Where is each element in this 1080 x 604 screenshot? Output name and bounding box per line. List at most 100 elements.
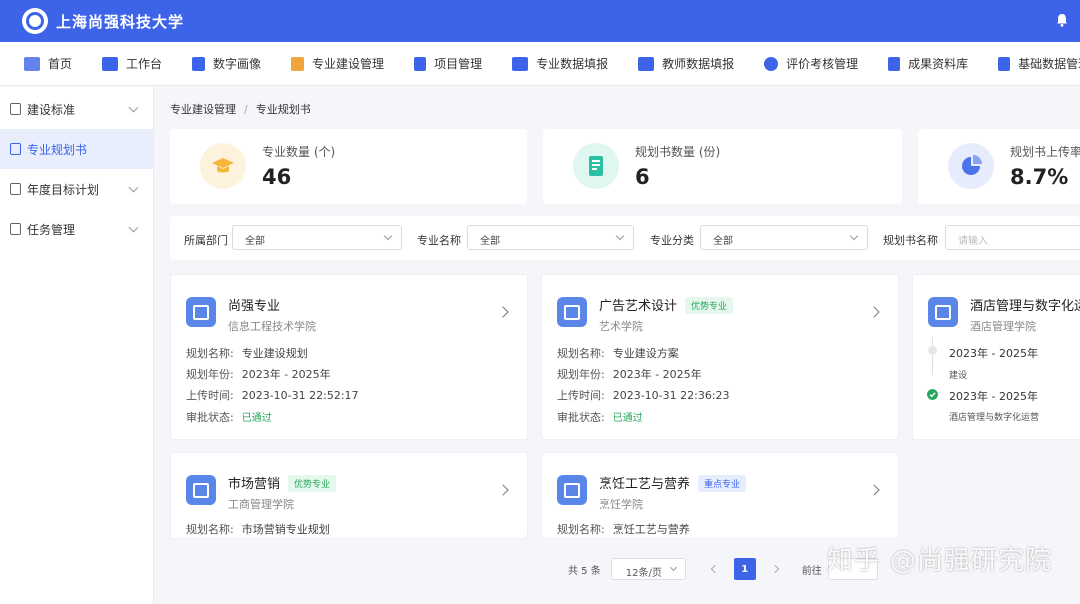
major-tag-badge: 优势专业: [685, 297, 734, 314]
card-major-name: 市场营销 优势专业: [228, 473, 337, 492]
stat-icon-circle: [948, 143, 994, 189]
bell-icon[interactable]: [1056, 13, 1068, 27]
stat-value: 8.7%: [1010, 165, 1069, 189]
stat-icon-circle: [200, 143, 246, 189]
stat-value: 6: [635, 165, 650, 189]
nav-basic-data[interactable]: 基础数据管理: [998, 55, 1080, 72]
nav-major-data-entry[interactable]: 专业数据填报: [512, 55, 608, 72]
category-filter-select[interactable]: 全部: [700, 225, 868, 250]
timeline-year: 2023年 - 2025年: [949, 347, 1038, 360]
chevron-down-icon: [128, 222, 139, 233]
timeline-dot: [928, 346, 937, 355]
breadcrumb-separator: /: [244, 103, 248, 116]
plan-name-filter-label: 规划书名称: [883, 234, 938, 247]
plan-name-input[interactable]: 请输入: [945, 225, 1080, 250]
plan-name-row: 规划名称: 市场营销专业规划: [186, 523, 330, 536]
sidebar-item-standards[interactable]: 建设标准: [0, 89, 153, 129]
book-icon: [186, 475, 216, 505]
university-logo: [22, 8, 48, 34]
plan-card[interactable]: 尚强专业 信息工程技术学院 规划名称: 专业建设规划 规划年份: 2023年 - 2…: [170, 274, 528, 440]
nav-evaluation[interactable]: 评价考核管理: [764, 55, 858, 72]
sidebar-item-tasks[interactable]: 任务管理: [0, 209, 153, 249]
notebook-icon: [589, 156, 603, 176]
major-tag-badge: 重点专业: [698, 475, 747, 492]
prev-page-button[interactable]: [702, 558, 726, 580]
chart-line-icon: [24, 56, 40, 71]
chevron-down-icon: [128, 182, 139, 193]
timeline-year: 2023年 - 2025年: [949, 390, 1038, 403]
status-badge: 已通过: [241, 413, 272, 424]
next-page-button[interactable]: [764, 558, 788, 580]
check-circle-icon: [927, 389, 938, 400]
nav-teacher-data-entry[interactable]: 教师数据填报: [638, 55, 734, 72]
major-filter-select[interactable]: 全部: [467, 225, 634, 250]
chevron-down-icon: [669, 563, 677, 572]
stat-label: 专业数量 (个): [262, 145, 336, 159]
stat-label: 规划书数量 (份): [635, 145, 721, 159]
plan-year-row: 规划年份: 2023年 - 2025年: [186, 368, 331, 381]
document-icon: [10, 143, 21, 155]
card-major-name: 广告艺术设计 优势专业: [599, 295, 734, 314]
sidebar-item-plan-book[interactable]: 专业规划书: [0, 129, 153, 169]
stat-card-plan-count: 规划书数量 (份) 6: [543, 129, 902, 204]
chevron-right-icon[interactable]: [497, 306, 509, 318]
chevron-down-icon: [615, 231, 625, 241]
nav-major-construction[interactable]: 专业建设管理: [291, 55, 384, 72]
dept-filter-select[interactable]: 全部: [232, 225, 402, 250]
nav-workbench[interactable]: 工作台: [102, 55, 162, 72]
sidebar-item-annual-goals[interactable]: 年度目标计划: [0, 169, 153, 209]
shield-icon: [291, 56, 305, 71]
nav-home[interactable]: 首页: [24, 55, 72, 72]
document-icon: [10, 103, 21, 115]
card-department: 艺术学院: [599, 320, 643, 333]
chevron-right-icon[interactable]: [868, 306, 880, 318]
plan-card[interactable]: 市场营销 优势专业 工商管理学院 规划名称: 市场营销专业规划: [170, 452, 528, 539]
book-icon: [557, 297, 587, 327]
chevron-right-icon[interactable]: [497, 484, 509, 496]
card-department: 烹饪学院: [599, 498, 643, 511]
total-count: 共 5 条: [568, 565, 601, 577]
major-filter-label: 专业名称: [417, 234, 461, 247]
timeline-note: 建设: [949, 371, 968, 381]
card-department: 工商管理学院: [228, 498, 294, 511]
nav-results-library[interactable]: 成果资料库: [888, 55, 968, 72]
stat-card-major-count: 专业数量 (个) 46: [170, 129, 527, 204]
stat-card-upload-rate: 规划书上传率 8.7%: [918, 129, 1080, 204]
top-bar: 上海尚强科技大学: [0, 0, 1080, 42]
breadcrumb-current: 专业规划书: [255, 103, 311, 116]
plan-card[interactable]: 酒店管理与数字化运营 酒店管理学院 2023年 - 2025年 建设 2023年…: [912, 274, 1080, 440]
goto-label: 前往: [801, 565, 822, 577]
stat-value: 46: [262, 165, 292, 189]
teacher-card-icon: [638, 56, 655, 71]
id-card-icon: [192, 56, 206, 71]
main-nav: 首页 工作台 数字画像 专业建设管理 项目管理 专业数据填报 教师数据填报 评价…: [0, 42, 1080, 86]
timeline-note: 酒店管理与数字化运营: [949, 413, 1040, 423]
nav-digital-portrait[interactable]: 数字画像: [192, 55, 261, 72]
chevron-down-icon: [849, 231, 859, 241]
major-tag-badge: 优势专业: [288, 475, 337, 492]
breadcrumb-parent[interactable]: 专业建设管理: [170, 103, 236, 116]
plan-card[interactable]: 广告艺术设计 优势专业 艺术学院 规划名称: 专业建设方案 规划年份: 2023年 -…: [541, 274, 899, 440]
dept-filter-label: 所属部门: [184, 234, 228, 247]
page-size-select[interactable]: 12条/页: [610, 558, 686, 580]
chevron-down-icon: [383, 231, 393, 241]
flask-icon: [414, 56, 427, 71]
category-filter-label: 专业分类: [650, 234, 694, 247]
chevron-down-icon: [128, 102, 139, 113]
plan-card[interactable]: 烹饪工艺与营养 重点专业 烹饪学院 规划名称: 烹饪工艺与营养: [541, 452, 899, 539]
nav-project-management[interactable]: 项目管理: [414, 55, 482, 72]
graduation-cap-icon: [212, 158, 234, 173]
evaluation-icon: [764, 56, 779, 71]
card-major-name: 烹饪工艺与营养 重点专业: [599, 473, 747, 492]
filter-bar: 所属部门 全部 专业名称 全部 专业分类 全部 规划书名称 请输入: [170, 216, 1080, 260]
watermark: 知乎 @尚强研究院: [826, 546, 1052, 576]
card-major-name: 尚强专业: [228, 299, 281, 314]
document-icon: [10, 183, 21, 195]
card-department: 信息工程技术学院: [228, 320, 316, 333]
form-icon: [512, 56, 529, 71]
approval-status-row: 审批状态: 已通过: [557, 411, 643, 424]
page-number-current[interactable]: 1: [733, 558, 756, 580]
chevron-right-icon[interactable]: [868, 484, 880, 496]
stat-label: 规划书上传率: [1010, 145, 1080, 159]
grid-icon: [102, 56, 119, 71]
